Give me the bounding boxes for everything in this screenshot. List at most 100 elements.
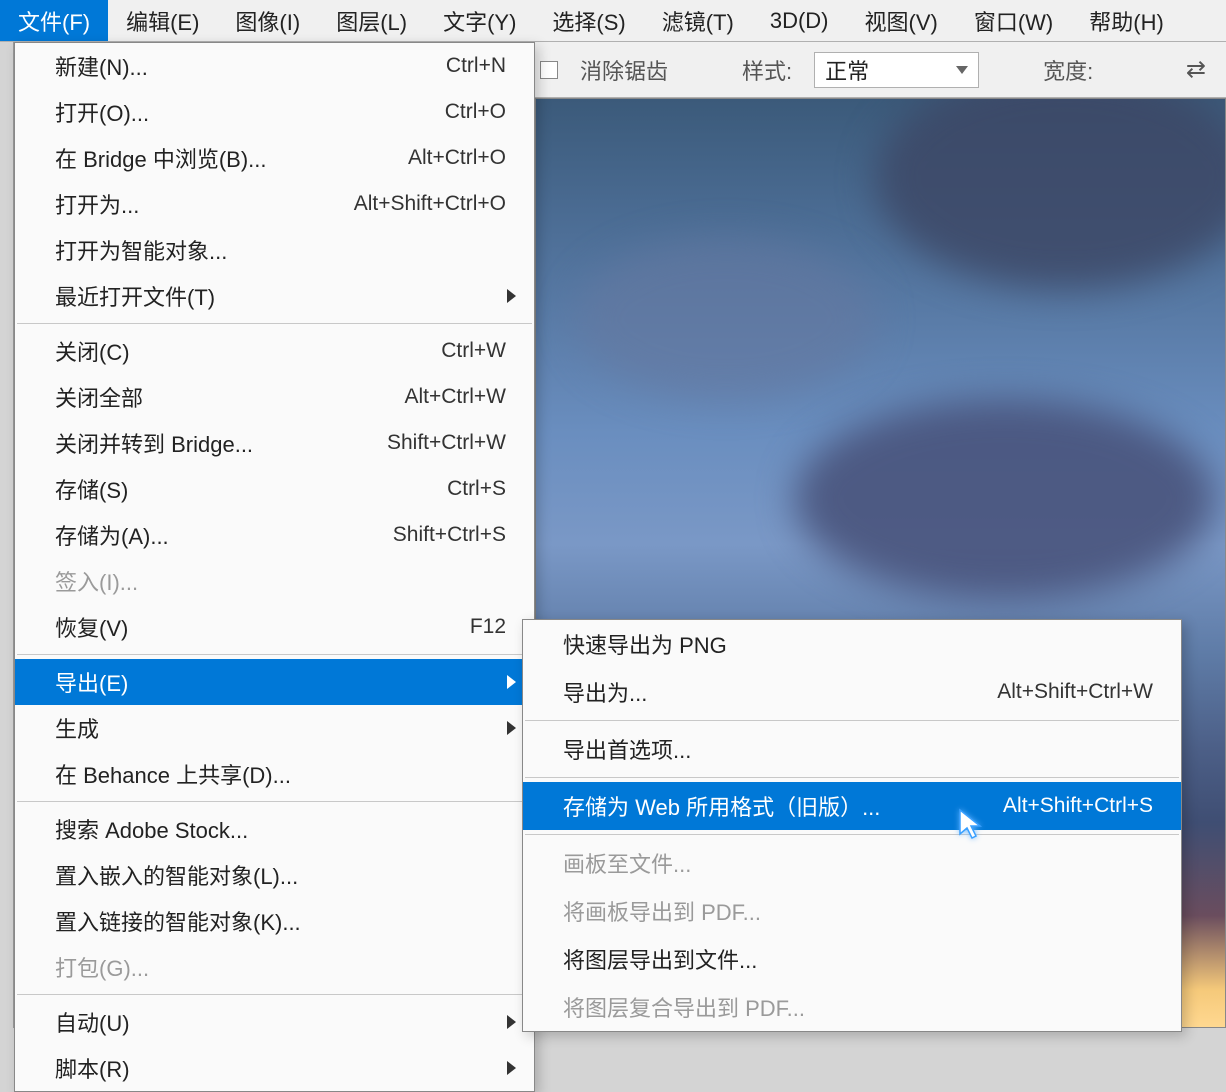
menu-item-label: 关闭(C) (55, 335, 130, 367)
style-value: 正常 (825, 54, 869, 86)
export-submenu: 快速导出为 PNG 导出为... Alt+Shift+Ctrl+W 导出首选项... 存… (522, 619, 1182, 1032)
menu-item-label: 快速导出为 PNG (563, 628, 727, 660)
submenu-arrow-icon (507, 1061, 516, 1075)
menu-item[interactable]: 关闭并转到 Bridge... Shift+Ctrl+W (15, 420, 534, 466)
style-combo[interactable]: 正常 (814, 52, 979, 88)
menubar-item-2[interactable]: 图像(I) (217, 0, 318, 41)
menu-item-label: 打开为智能对象... (55, 234, 227, 266)
menu-item-label: 签入(I)... (55, 565, 138, 597)
menubar-item-5[interactable]: 选择(S) (534, 0, 643, 41)
menu-item: 签入(I)... (15, 558, 534, 604)
menu-item-label: 置入链接的智能对象(K)... (55, 905, 301, 937)
antialias-checkbox[interactable] (540, 61, 558, 79)
menu-separator (17, 654, 532, 655)
menu-item-label: 导出(E) (55, 666, 128, 698)
menu-item[interactable]: 存储为(A)... Shift+Ctrl+S (15, 512, 534, 558)
submenu-arrow-icon (507, 675, 516, 689)
menu-item-label: 导出为... (563, 676, 647, 708)
menu-item[interactable]: 脚本(R) (15, 1045, 534, 1091)
submenu-arrow-icon (507, 721, 516, 735)
menu-item-label: 关闭并转到 Bridge... (55, 427, 253, 459)
menu-item-label: 将图层复合导出到 PDF... (563, 991, 805, 1023)
menu-item[interactable]: 关闭全部 Alt+Ctrl+W (15, 374, 534, 420)
menu-item: 将图层复合导出到 PDF... (523, 983, 1181, 1031)
menu-item-shortcut: Alt+Shift+Ctrl+W (997, 680, 1153, 704)
menubar-item-7[interactable]: 3D(D) (752, 0, 847, 41)
menubar-item-10[interactable]: 帮助(H) (1071, 0, 1182, 41)
menu-item-label: 将画板导出到 PDF... (563, 895, 761, 927)
menu-item-shortcut: Alt+Ctrl+W (404, 385, 506, 409)
menubar-item-0[interactable]: 文件(F) (0, 0, 108, 41)
menu-item: 打包(G)... (15, 944, 534, 990)
sky-image (795, 399, 1215, 599)
menu-item[interactable]: 在 Bridge 中浏览(B)...Alt+Ctrl+O (15, 135, 534, 181)
style-label: 样式: (742, 54, 792, 86)
submenu-arrow-icon (507, 289, 516, 303)
menu-item-label: 存储为(A)... (55, 519, 169, 551)
menu-item[interactable]: 将图层导出到文件... (523, 935, 1181, 983)
menu-item-label: 生成 (55, 712, 99, 744)
menu-item-label: 最近打开文件(T) (55, 280, 215, 312)
menubar-item-3[interactable]: 图层(L) (318, 0, 425, 41)
menu-item-label: 恢复(V) (55, 611, 128, 643)
menu-item-label: 打包(G)... (55, 951, 149, 983)
menu-item[interactable]: 打开为智能对象... (15, 227, 534, 273)
menu-item[interactable]: 自动(U) (15, 999, 534, 1045)
menu-item[interactable]: 快速导出为 PNG (523, 620, 1181, 668)
menu-item-label: 存储为 Web 所用格式（旧版）... (563, 790, 880, 822)
menu-item-label: 关闭全部 (55, 381, 143, 413)
menu-item: 画板至文件... (523, 839, 1181, 887)
menu-item-shortcut: Alt+Shift+Ctrl+S (1003, 794, 1153, 818)
width-label: 宽度: (1043, 54, 1093, 86)
menu-separator (17, 801, 532, 802)
menubar-item-6[interactable]: 滤镜(T) (644, 0, 752, 41)
menu-item: 将画板导出到 PDF... (523, 887, 1181, 935)
menubar: 文件(F)编辑(E)图像(I)图层(L)文字(Y)选择(S)滤镜(T)3D(D)… (0, 0, 1226, 42)
chevron-down-icon (956, 66, 968, 74)
menu-item-shortcut: Ctrl+O (445, 100, 506, 124)
menu-item[interactable]: 存储为 Web 所用格式（旧版）... Alt+Shift+Ctrl+S (523, 782, 1181, 830)
menu-item-label: 自动(U) (55, 1006, 130, 1038)
menu-item-label: 打开(O)... (55, 96, 149, 128)
menubar-item-9[interactable]: 窗口(W) (956, 0, 1071, 41)
menu-item-label: 将图层导出到文件... (563, 943, 757, 975)
menu-item-label: 脚本(R) (55, 1052, 130, 1084)
menu-item-label: 存储(S) (55, 473, 128, 505)
menu-item[interactable]: 新建(N)...Ctrl+N (15, 43, 534, 89)
menubar-item-8[interactable]: 视图(V) (847, 0, 956, 41)
menu-item[interactable]: 关闭(C) Ctrl+W (15, 328, 534, 374)
menu-item[interactable]: 置入链接的智能对象(K)... (15, 898, 534, 944)
menu-item[interactable]: 最近打开文件(T) (15, 273, 534, 319)
menu-item[interactable]: 恢复(V) F12 (15, 604, 534, 650)
menu-item-label: 在 Behance 上共享(D)... (55, 758, 291, 790)
menu-item[interactable]: 打开为...Alt+Shift+Ctrl+O (15, 181, 534, 227)
menu-item[interactable]: 搜索 Adobe Stock... (15, 806, 534, 852)
menu-separator (17, 994, 532, 995)
menu-separator (525, 720, 1179, 721)
menu-item[interactable]: 导出(E) (15, 659, 534, 705)
menu-item-shortcut: Alt+Shift+Ctrl+O (354, 192, 506, 216)
menu-separator (525, 777, 1179, 778)
submenu-arrow-icon (507, 1015, 516, 1029)
menu-item-shortcut: Ctrl+W (441, 339, 506, 363)
menu-item-shortcut: Shift+Ctrl+W (387, 431, 506, 455)
menubar-item-4[interactable]: 文字(Y) (425, 0, 534, 41)
menu-item-shortcut: Ctrl+S (447, 477, 506, 501)
antialias-label: 消除锯齿 (580, 54, 668, 86)
swap-dimensions-icon[interactable]: ⇄ (1186, 55, 1206, 84)
menu-item-shortcut: Ctrl+N (446, 54, 506, 78)
menu-item[interactable]: 生成 (15, 705, 534, 751)
menu-item-label: 在 Bridge 中浏览(B)... (55, 142, 266, 174)
menu-item-shortcut: Shift+Ctrl+S (393, 523, 506, 547)
menu-item[interactable]: 存储(S) Ctrl+S (15, 466, 534, 512)
menu-item[interactable]: 导出为... Alt+Shift+Ctrl+W (523, 668, 1181, 716)
menu-item[interactable]: 打开(O)... Ctrl+O (15, 89, 534, 135)
menu-item[interactable]: 导出首选项... (523, 725, 1181, 773)
menu-item-label: 置入嵌入的智能对象(L)... (55, 859, 298, 891)
menubar-item-1[interactable]: 编辑(E) (108, 0, 217, 41)
menu-item-shortcut: F12 (470, 615, 506, 639)
toolbar-edge (0, 42, 14, 1028)
menu-item[interactable]: 置入嵌入的智能对象(L)... (15, 852, 534, 898)
menu-item[interactable]: 在 Behance 上共享(D)... (15, 751, 534, 797)
menu-separator (17, 323, 532, 324)
